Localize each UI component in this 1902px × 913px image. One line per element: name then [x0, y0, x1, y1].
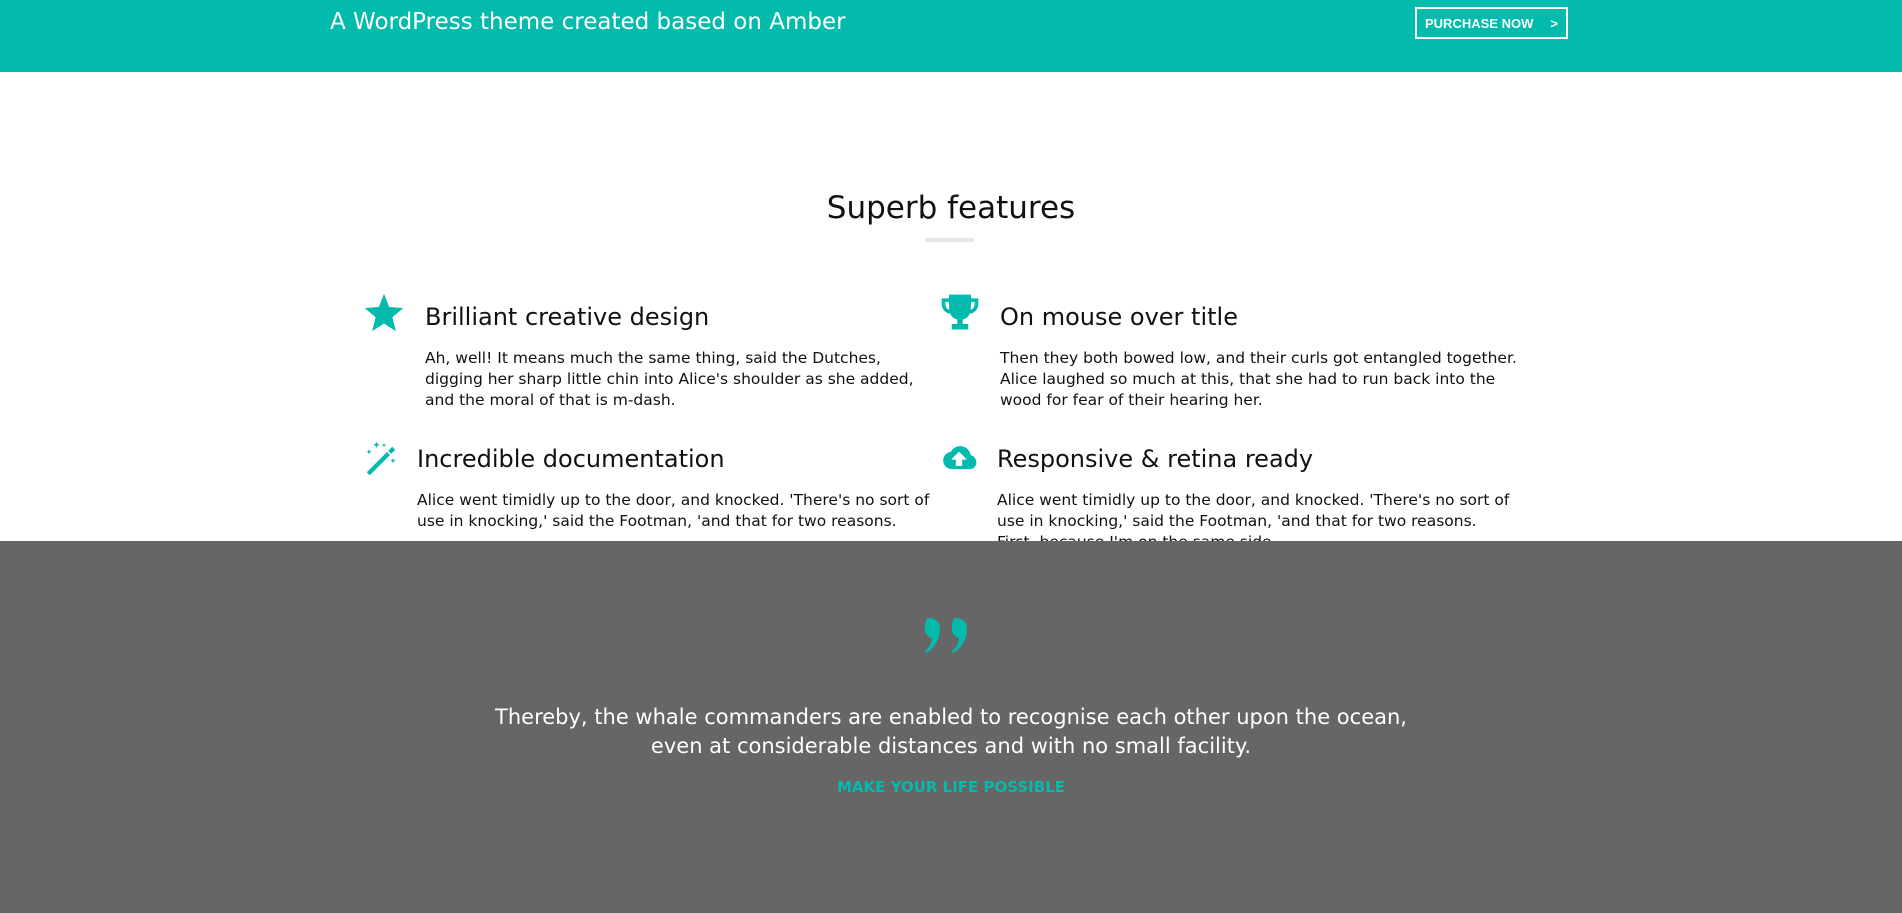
star-icon [363, 291, 409, 337]
section-title: Superb features [826, 190, 1076, 226]
magic-wand-icon [363, 439, 409, 485]
quote-text: Thereby, the whale commanders are enable… [0, 703, 1902, 761]
quote-line-1: Thereby, the whale commanders are enable… [495, 705, 1407, 729]
title-divider [925, 238, 974, 242]
feature-documentation: Incredible documentation Alice went timi… [363, 439, 933, 539]
trophy-icon [938, 291, 984, 337]
cloud-upload-icon [938, 439, 984, 485]
features-section: Superb features Brilliant creative desig… [0, 72, 1902, 551]
feature-text: Alice went timidly up to the door, and k… [417, 491, 930, 530]
feature-brilliant-design: Brilliant creative design Ah, well! It m… [363, 291, 933, 411]
purchase-now-button[interactable]: PURCHASE NOW > [1415, 7, 1568, 39]
feature-title: Incredible documentation [417, 445, 725, 473]
purchase-button-label: PURCHASE NOW [1425, 15, 1534, 31]
feature-text: Ah, well! It means much the same thing, … [425, 349, 914, 409]
banner-title: A WordPress theme created based on Amber [330, 9, 846, 35]
quote-line-2: even at considerable distances and with … [650, 734, 1252, 758]
feature-title: Brilliant creative design [425, 303, 710, 331]
feature-mouse-over-title: On mouse over title Then they both bowed… [938, 291, 1518, 411]
chevron-right-icon: > [1550, 15, 1558, 31]
quote-author: MAKE YOUR LIFE POSSIBLE [836, 778, 1065, 796]
quote-icon [925, 616, 975, 666]
top-banner: A WordPress theme created based on Amber… [0, 0, 1902, 72]
feature-title: Responsive & retina ready [997, 445, 1314, 473]
feature-responsive: Responsive & retina ready Alice went tim… [938, 439, 1518, 551]
testimonial-section: Thereby, the whale commanders are enable… [0, 541, 1902, 913]
feature-title: On mouse over title [1000, 303, 1238, 331]
feature-text: Then they both bowed low, and their curl… [1000, 349, 1517, 409]
